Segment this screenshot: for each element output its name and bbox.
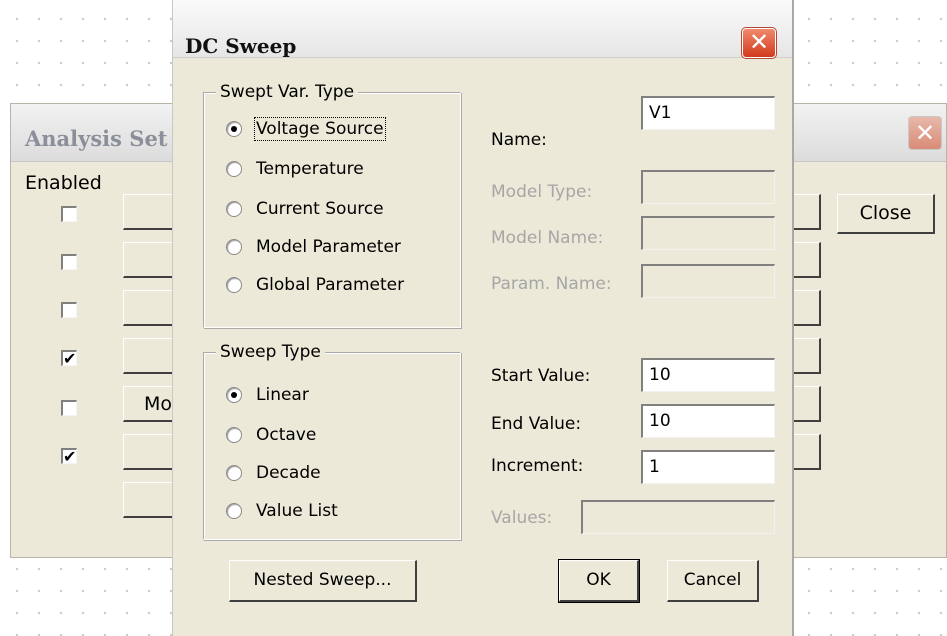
radio-label: Decade bbox=[256, 463, 321, 483]
enable-checkbox-5[interactable] bbox=[61, 400, 77, 416]
radio-model-parameter[interactable]: Model Parameter bbox=[226, 233, 401, 261]
name-label: Name: bbox=[491, 130, 547, 150]
analysis-setup-title: Analysis Set bbox=[25, 126, 168, 151]
analysis-button-right-6[interactable] bbox=[791, 434, 821, 470]
swept-var-type-group: Swept Var. Type Voltage Source Temperatu… bbox=[203, 80, 461, 328]
radio-button[interactable] bbox=[226, 121, 242, 137]
radio-voltage-source[interactable]: Voltage Source bbox=[226, 115, 386, 143]
analysis-close-button[interactable]: Close bbox=[837, 194, 935, 234]
start-value-label: Start Value: bbox=[491, 366, 591, 386]
radio-button[interactable] bbox=[226, 427, 242, 443]
enable-checkbox-3[interactable] bbox=[61, 302, 77, 318]
radio-button[interactable] bbox=[226, 465, 242, 481]
analysis-button-right-3[interactable] bbox=[791, 290, 821, 326]
sweep-type-group: Sweep Type Linear Octave Decade Value Li… bbox=[203, 340, 461, 540]
radio-global-parameter[interactable]: Global Parameter bbox=[226, 271, 404, 299]
model-name-field[interactable] bbox=[641, 216, 775, 250]
cancel-button[interactable]: Cancel bbox=[667, 560, 759, 602]
end-value-label: End Value: bbox=[491, 414, 582, 434]
radio-decade[interactable]: Decade bbox=[226, 459, 321, 487]
swept-var-type-legend: Swept Var. Type bbox=[216, 80, 359, 104]
enable-checkbox-6[interactable]: ✔ bbox=[61, 448, 77, 465]
radio-label: Linear bbox=[256, 385, 309, 405]
radio-label: Temperature bbox=[256, 159, 364, 179]
radio-octave[interactable]: Octave bbox=[226, 421, 316, 449]
radio-current-source[interactable]: Current Source bbox=[226, 195, 384, 223]
increment-label: Increment: bbox=[491, 456, 584, 476]
enable-checkbox-2[interactable] bbox=[61, 254, 77, 270]
radio-button[interactable] bbox=[226, 161, 242, 177]
radio-label: Global Parameter bbox=[256, 275, 405, 295]
values-label: Values: bbox=[491, 508, 553, 528]
radio-button[interactable] bbox=[226, 239, 242, 255]
analysis-button-right-5[interactable] bbox=[791, 386, 821, 422]
radio-label: Current Source bbox=[256, 199, 384, 219]
radio-label: Model Parameter bbox=[256, 237, 401, 257]
analysis-button-right-1[interactable] bbox=[791, 194, 821, 230]
nested-sweep-button[interactable]: Nested Sweep... bbox=[229, 560, 417, 602]
radio-label: Octave bbox=[256, 425, 317, 445]
radio-linear[interactable]: Linear bbox=[226, 381, 309, 409]
end-value-field[interactable]: 10 bbox=[641, 404, 775, 438]
model-type-field[interactable] bbox=[641, 170, 775, 204]
increment-field[interactable]: 1 bbox=[641, 450, 775, 484]
model-name-label: Model Name: bbox=[491, 228, 604, 248]
start-value-field[interactable]: 10 bbox=[641, 358, 775, 392]
enabled-column-label: Enabled bbox=[25, 172, 102, 194]
analysis-button-right-4[interactable] bbox=[791, 338, 821, 374]
values-field[interactable] bbox=[581, 500, 775, 534]
name-field[interactable]: V1 bbox=[641, 96, 775, 130]
dc-sweep-close-icon[interactable]: ✕ bbox=[741, 27, 777, 59]
ok-button[interactable]: OK bbox=[558, 559, 640, 603]
radio-button[interactable] bbox=[226, 277, 242, 293]
param-name-label: Param. Name: bbox=[491, 274, 612, 294]
sweep-type-legend: Sweep Type bbox=[216, 340, 325, 364]
dc-sweep-titlebar[interactable]: DC Sweep ✕ bbox=[173, 0, 792, 59]
model-type-label: Model Type: bbox=[491, 182, 593, 202]
analysis-setup-close-icon[interactable]: ✕ bbox=[908, 116, 942, 150]
dc-sweep-title: DC Sweep bbox=[185, 34, 297, 58]
param-name-field[interactable] bbox=[641, 264, 775, 298]
analysis-button-right-2[interactable] bbox=[791, 242, 821, 278]
radio-button[interactable] bbox=[226, 201, 242, 217]
radio-label: Voltage Source bbox=[254, 117, 386, 141]
radio-temperature[interactable]: Temperature bbox=[226, 155, 364, 183]
radio-label: Value List bbox=[256, 501, 338, 521]
radio-button[interactable] bbox=[226, 387, 242, 403]
radio-button[interactable] bbox=[226, 503, 242, 519]
enable-checkbox-1[interactable] bbox=[61, 206, 77, 222]
enable-checkbox-4[interactable]: ✔ bbox=[61, 350, 77, 367]
dc-sweep-dialog: DC Sweep ✕ Swept Var. Type Voltage Sourc… bbox=[172, 0, 794, 636]
radio-value-list[interactable]: Value List bbox=[226, 497, 338, 525]
